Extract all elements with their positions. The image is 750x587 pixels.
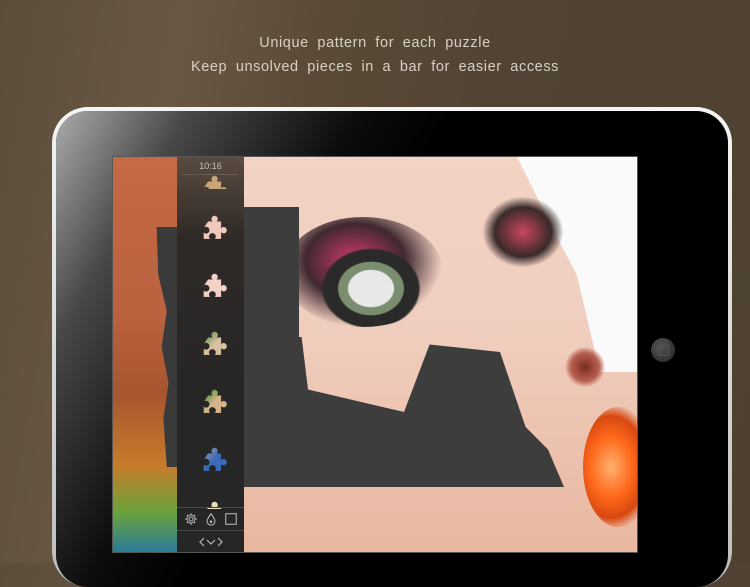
puzzle-image-eye-far	[483, 197, 563, 267]
preview-button[interactable]	[223, 511, 239, 527]
status-time: 10:16	[199, 161, 222, 171]
puzzle-image-nose	[565, 347, 605, 387]
chevrons-icon	[198, 537, 223, 547]
puzzle-piece-shape	[203, 447, 227, 472]
puzzle-piece-shape	[203, 389, 227, 414]
caption-line-1: Unique pattern for each puzzle	[259, 35, 491, 51]
puzzle-screen: 10:16	[112, 156, 638, 553]
settings-button[interactable]	[183, 511, 199, 527]
divider	[177, 530, 244, 531]
collapse-bar-button[interactable]	[177, 533, 244, 551]
caption-line-2: Keep unsolved pieces in a bar for easier…	[190, 59, 560, 75]
puzzle-piece-shape	[203, 215, 227, 240]
drop-icon	[206, 512, 216, 526]
puzzle-piece[interactable]	[195, 447, 227, 479]
puzzle-piece[interactable]	[195, 331, 227, 363]
puzzle-piece-shape	[203, 331, 227, 356]
piece-bar: 10:16	[177, 157, 244, 552]
background-color-button[interactable]	[203, 511, 219, 527]
puzzle-piece[interactable]	[195, 175, 227, 189]
puzzle-piece[interactable]	[195, 389, 227, 421]
puzzle-piece-shape	[203, 175, 227, 189]
gear-icon	[185, 513, 197, 525]
puzzle-image-eye	[283, 217, 443, 327]
puzzle-piece[interactable]	[195, 273, 227, 305]
divider	[177, 507, 244, 508]
home-button-icon[interactable]	[651, 338, 675, 362]
square-icon	[225, 513, 237, 525]
puzzle-piece[interactable]	[195, 215, 227, 247]
puzzle-piece-shape	[203, 273, 227, 298]
